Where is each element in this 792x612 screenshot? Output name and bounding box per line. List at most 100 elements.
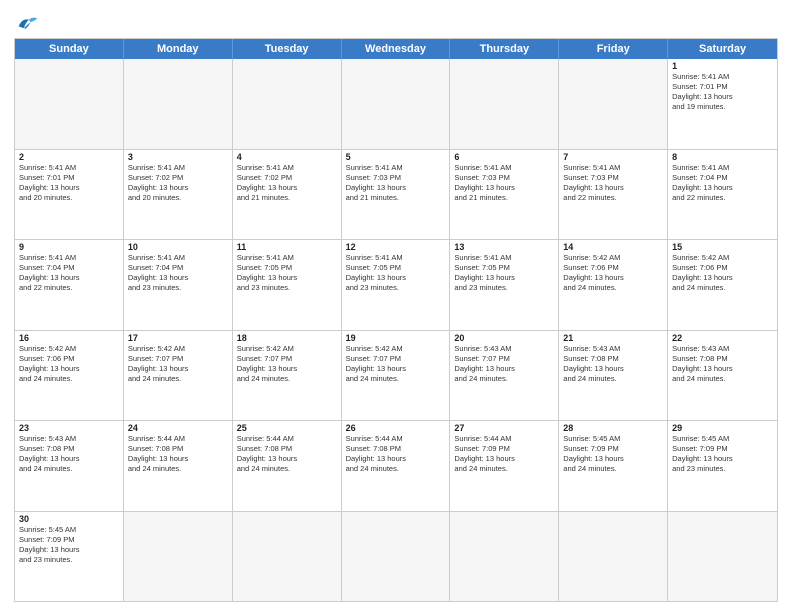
day-number: 17 — [128, 333, 228, 343]
day-number: 2 — [19, 152, 119, 162]
day-info: Sunrise: 5:41 AM Sunset: 7:01 PM Dayligh… — [19, 163, 119, 204]
cal-cell-day-29: 29Sunrise: 5:45 AM Sunset: 7:09 PM Dayli… — [668, 421, 777, 511]
day-info: Sunrise: 5:45 AM Sunset: 7:09 PM Dayligh… — [672, 434, 773, 475]
day-info: Sunrise: 5:41 AM Sunset: 7:02 PM Dayligh… — [128, 163, 228, 204]
cal-cell-day-14: 14Sunrise: 5:42 AM Sunset: 7:06 PM Dayli… — [559, 240, 668, 330]
cal-cell-day-12: 12Sunrise: 5:41 AM Sunset: 7:05 PM Dayli… — [342, 240, 451, 330]
day-info: Sunrise: 5:41 AM Sunset: 7:05 PM Dayligh… — [454, 253, 554, 294]
header — [14, 10, 778, 32]
cal-header-monday: Monday — [124, 39, 233, 59]
cal-cell-day-30: 30Sunrise: 5:45 AM Sunset: 7:09 PM Dayli… — [15, 512, 124, 602]
day-number: 3 — [128, 152, 228, 162]
day-info: Sunrise: 5:42 AM Sunset: 7:07 PM Dayligh… — [346, 344, 446, 385]
day-number: 26 — [346, 423, 446, 433]
day-number: 16 — [19, 333, 119, 343]
day-info: Sunrise: 5:44 AM Sunset: 7:08 PM Dayligh… — [237, 434, 337, 475]
cal-cell-day-11: 11Sunrise: 5:41 AM Sunset: 7:05 PM Dayli… — [233, 240, 342, 330]
cal-cell-day-18: 18Sunrise: 5:42 AM Sunset: 7:07 PM Dayli… — [233, 331, 342, 421]
cal-cell-empty — [559, 512, 668, 602]
cal-week-2: 9Sunrise: 5:41 AM Sunset: 7:04 PM Daylig… — [15, 239, 777, 330]
logo — [14, 14, 39, 32]
day-info: Sunrise: 5:43 AM Sunset: 7:07 PM Dayligh… — [454, 344, 554, 385]
day-number: 19 — [346, 333, 446, 343]
cal-cell-empty — [450, 59, 559, 149]
logo-text — [14, 14, 39, 32]
cal-header-saturday: Saturday — [668, 39, 777, 59]
cal-cell-empty — [342, 59, 451, 149]
day-info: Sunrise: 5:44 AM Sunset: 7:09 PM Dayligh… — [454, 434, 554, 475]
cal-cell-day-8: 8Sunrise: 5:41 AM Sunset: 7:04 PM Daylig… — [668, 150, 777, 240]
day-info: Sunrise: 5:42 AM Sunset: 7:07 PM Dayligh… — [237, 344, 337, 385]
cal-cell-empty — [233, 59, 342, 149]
calendar-body: 1Sunrise: 5:41 AM Sunset: 7:01 PM Daylig… — [15, 59, 777, 601]
day-number: 10 — [128, 242, 228, 252]
cal-cell-day-24: 24Sunrise: 5:44 AM Sunset: 7:08 PM Dayli… — [124, 421, 233, 511]
cal-cell-empty — [124, 512, 233, 602]
day-number: 24 — [128, 423, 228, 433]
day-info: Sunrise: 5:41 AM Sunset: 7:01 PM Dayligh… — [672, 72, 773, 113]
cal-cell-day-21: 21Sunrise: 5:43 AM Sunset: 7:08 PM Dayli… — [559, 331, 668, 421]
cal-cell-empty — [124, 59, 233, 149]
calendar-header: SundayMondayTuesdayWednesdayThursdayFrid… — [15, 39, 777, 59]
day-info: Sunrise: 5:44 AM Sunset: 7:08 PM Dayligh… — [128, 434, 228, 475]
day-info: Sunrise: 5:41 AM Sunset: 7:04 PM Dayligh… — [19, 253, 119, 294]
cal-week-1: 2Sunrise: 5:41 AM Sunset: 7:01 PM Daylig… — [15, 149, 777, 240]
cal-cell-day-13: 13Sunrise: 5:41 AM Sunset: 7:05 PM Dayli… — [450, 240, 559, 330]
cal-cell-empty — [559, 59, 668, 149]
day-info: Sunrise: 5:42 AM Sunset: 7:07 PM Dayligh… — [128, 344, 228, 385]
cal-cell-day-9: 9Sunrise: 5:41 AM Sunset: 7:04 PM Daylig… — [15, 240, 124, 330]
day-number: 8 — [672, 152, 773, 162]
day-number: 20 — [454, 333, 554, 343]
day-number: 15 — [672, 242, 773, 252]
day-number: 29 — [672, 423, 773, 433]
cal-week-3: 16Sunrise: 5:42 AM Sunset: 7:06 PM Dayli… — [15, 330, 777, 421]
cal-header-thursday: Thursday — [450, 39, 559, 59]
day-info: Sunrise: 5:42 AM Sunset: 7:06 PM Dayligh… — [672, 253, 773, 294]
cal-cell-day-23: 23Sunrise: 5:43 AM Sunset: 7:08 PM Dayli… — [15, 421, 124, 511]
cal-cell-day-26: 26Sunrise: 5:44 AM Sunset: 7:08 PM Dayli… — [342, 421, 451, 511]
day-number: 11 — [237, 242, 337, 252]
day-info: Sunrise: 5:44 AM Sunset: 7:08 PM Dayligh… — [346, 434, 446, 475]
day-info: Sunrise: 5:45 AM Sunset: 7:09 PM Dayligh… — [19, 525, 119, 566]
day-number: 5 — [346, 152, 446, 162]
day-info: Sunrise: 5:41 AM Sunset: 7:05 PM Dayligh… — [237, 253, 337, 294]
cal-header-tuesday: Tuesday — [233, 39, 342, 59]
cal-cell-empty — [15, 59, 124, 149]
cal-cell-empty — [342, 512, 451, 602]
day-number: 13 — [454, 242, 554, 252]
cal-cell-empty — [233, 512, 342, 602]
day-info: Sunrise: 5:41 AM Sunset: 7:04 PM Dayligh… — [672, 163, 773, 204]
day-number: 1 — [672, 61, 773, 71]
cal-cell-day-16: 16Sunrise: 5:42 AM Sunset: 7:06 PM Dayli… — [15, 331, 124, 421]
cal-cell-day-10: 10Sunrise: 5:41 AM Sunset: 7:04 PM Dayli… — [124, 240, 233, 330]
cal-cell-day-27: 27Sunrise: 5:44 AM Sunset: 7:09 PM Dayli… — [450, 421, 559, 511]
calendar: SundayMondayTuesdayWednesdayThursdayFrid… — [14, 38, 778, 602]
page: SundayMondayTuesdayWednesdayThursdayFrid… — [0, 0, 792, 612]
day-number: 27 — [454, 423, 554, 433]
cal-cell-day-1: 1Sunrise: 5:41 AM Sunset: 7:01 PM Daylig… — [668, 59, 777, 149]
cal-cell-day-6: 6Sunrise: 5:41 AM Sunset: 7:03 PM Daylig… — [450, 150, 559, 240]
cal-week-0: 1Sunrise: 5:41 AM Sunset: 7:01 PM Daylig… — [15, 59, 777, 149]
logo-bird-icon — [17, 14, 39, 32]
day-number: 23 — [19, 423, 119, 433]
day-info: Sunrise: 5:42 AM Sunset: 7:06 PM Dayligh… — [563, 253, 663, 294]
day-info: Sunrise: 5:41 AM Sunset: 7:03 PM Dayligh… — [454, 163, 554, 204]
cal-header-friday: Friday — [559, 39, 668, 59]
day-info: Sunrise: 5:41 AM Sunset: 7:04 PM Dayligh… — [128, 253, 228, 294]
cal-cell-day-4: 4Sunrise: 5:41 AM Sunset: 7:02 PM Daylig… — [233, 150, 342, 240]
cal-cell-empty — [450, 512, 559, 602]
cal-cell-day-17: 17Sunrise: 5:42 AM Sunset: 7:07 PM Dayli… — [124, 331, 233, 421]
day-info: Sunrise: 5:45 AM Sunset: 7:09 PM Dayligh… — [563, 434, 663, 475]
day-number: 30 — [19, 514, 119, 524]
cal-cell-day-15: 15Sunrise: 5:42 AM Sunset: 7:06 PM Dayli… — [668, 240, 777, 330]
day-number: 9 — [19, 242, 119, 252]
cal-header-sunday: Sunday — [15, 39, 124, 59]
day-number: 18 — [237, 333, 337, 343]
cal-cell-day-7: 7Sunrise: 5:41 AM Sunset: 7:03 PM Daylig… — [559, 150, 668, 240]
day-number: 12 — [346, 242, 446, 252]
cal-cell-day-20: 20Sunrise: 5:43 AM Sunset: 7:07 PM Dayli… — [450, 331, 559, 421]
cal-cell-day-25: 25Sunrise: 5:44 AM Sunset: 7:08 PM Dayli… — [233, 421, 342, 511]
cal-cell-day-28: 28Sunrise: 5:45 AM Sunset: 7:09 PM Dayli… — [559, 421, 668, 511]
cal-cell-day-3: 3Sunrise: 5:41 AM Sunset: 7:02 PM Daylig… — [124, 150, 233, 240]
cal-week-4: 23Sunrise: 5:43 AM Sunset: 7:08 PM Dayli… — [15, 420, 777, 511]
